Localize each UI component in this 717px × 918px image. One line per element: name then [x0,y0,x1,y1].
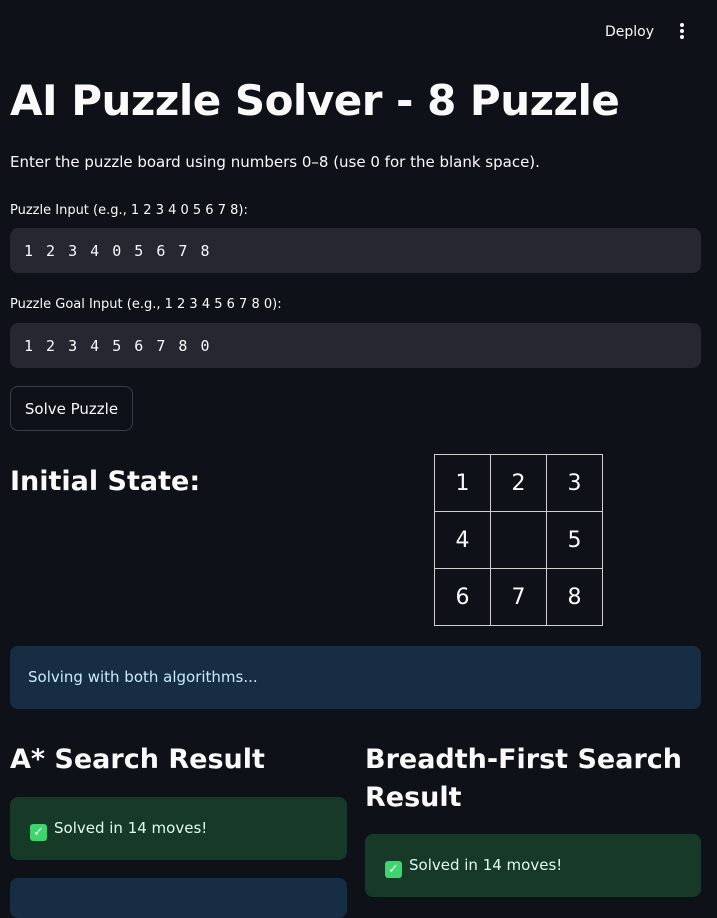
astar-info-alert [10,878,347,918]
bfs-success-alert: ✓ Solved in 14 moves! [365,834,701,897]
puzzle-board: 1 2 3 4 5 6 7 8 [434,454,603,626]
bfs-result-heading: Breadth-First Search Result [365,741,682,817]
puzzle-input-label: Puzzle Input (e.g., 1 2 3 4 0 5 6 7 8): [10,203,248,218]
check-mark-icon: ✓ [385,861,402,878]
app-header: Deploy [0,0,717,64]
check-mark-icon: ✓ [30,824,47,841]
initial-state-heading: Initial State: [10,466,201,497]
board-cell: 1 [435,455,491,512]
board-cell: 2 [491,455,547,512]
page-title: AI Puzzle Solver - 8 Puzzle [10,76,620,125]
bfs-heading-line2: Result [365,782,462,813]
board-cell: 3 [547,455,603,512]
intro-text: Enter the puzzle board using numbers 0–8… [10,153,540,171]
bfs-heading-line1: Breadth-First Search [365,744,682,775]
bfs-success-message: Solved in 14 moves! [409,856,563,874]
board-cell-blank [491,512,547,569]
astar-success-alert: ✓ Solved in 14 moves! [10,797,347,860]
astar-success-message: Solved in 14 moves! [54,819,208,837]
puzzle-input[interactable] [10,228,701,273]
board-cell: 8 [547,569,603,626]
board-cell: 5 [547,512,603,569]
goal-input-label: Puzzle Goal Input (e.g., 1 2 3 4 5 6 7 8… [10,297,282,312]
board-cell: 7 [491,569,547,626]
solve-puzzle-button[interactable]: Solve Puzzle [10,386,133,431]
deploy-button[interactable]: Deploy [594,19,665,45]
solving-info-alert: Solving with both algorithms... [10,646,701,709]
astar-result-heading: A* Search Result [10,744,265,775]
kebab-menu-icon[interactable] [672,22,692,42]
board-cell: 6 [435,569,491,626]
goal-input[interactable] [10,323,701,368]
board-cell: 4 [435,512,491,569]
